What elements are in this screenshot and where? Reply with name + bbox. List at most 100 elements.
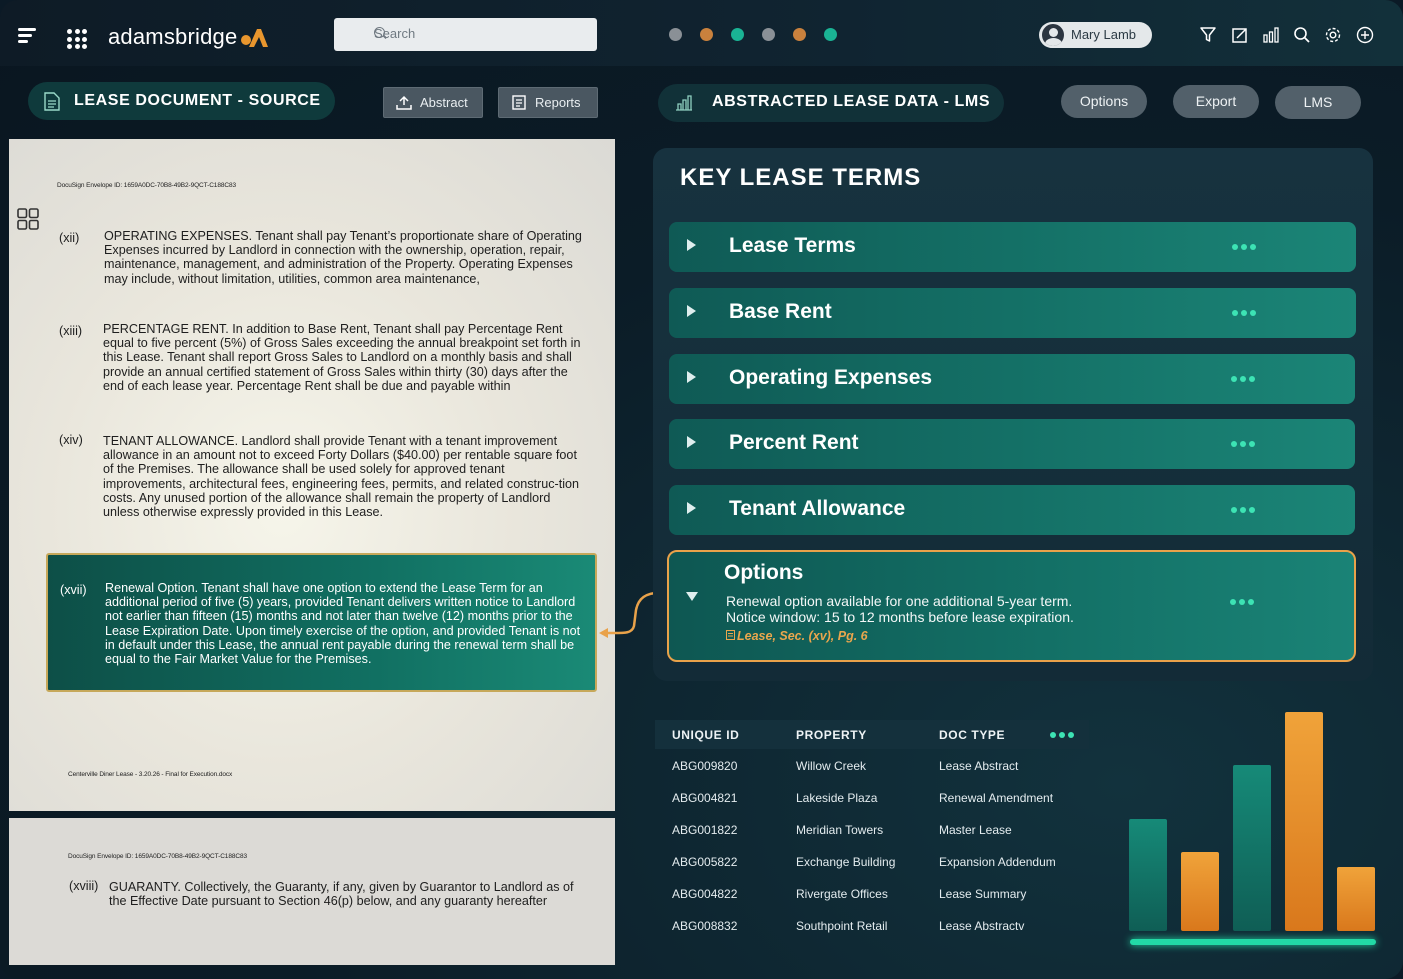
envelope-id: DocuSign Envelope ID: 1659A0DC-70B8-49B2… <box>68 853 247 860</box>
options-detail-line: Renewal option available for one additio… <box>726 593 1073 609</box>
column-header-doc-type[interactable]: DOC TYPE <box>939 728 1005 742</box>
report-icon <box>512 95 526 110</box>
more-options-icon[interactable] <box>1230 599 1254 605</box>
accordion-label: Lease Terms <box>729 234 856 257</box>
more-options-icon[interactable] <box>1232 244 1256 250</box>
building-chart-icon <box>676 95 692 111</box>
table-row[interactable]: ABG009820 Willow Creek Lease Abstract <box>655 759 1089 791</box>
abstract-button[interactable]: Abstract <box>383 87 483 118</box>
summary-bar-chart <box>1120 700 1390 955</box>
lms-button[interactable]: LMS <box>1275 86 1361 119</box>
accordion-label: Operating Expenses <box>729 366 933 389</box>
table-row[interactable]: ABG005822 Exchange Building Expansion Adde… <box>655 855 1089 887</box>
document-footer: Centerville Diner Lease - 3.20.26 - Fina… <box>68 771 233 778</box>
thumbnail-grid-icon[interactable] <box>17 208 39 230</box>
clause-percentage-rent[interactable]: PERCENTAGE RENT. In addition to Base Ren… <box>103 322 590 393</box>
cell-doc-type: Lease Abstractv <box>939 919 1025 933</box>
reports-button-label: Reports <box>535 95 581 110</box>
bar-chart-icon[interactable] <box>1262 26 1280 44</box>
settings-icon[interactable] <box>1324 26 1342 44</box>
accordion-operating-expenses[interactable]: Operating Expenses <box>669 354 1355 404</box>
table-row[interactable]: ABG008832 Southpoint Retail Lease Abstract… <box>655 919 1089 951</box>
accordion-options-expanded[interactable]: Options Renewal option available for one… <box>667 550 1356 662</box>
clause-tenant-allowance[interactable]: TENANT ALLOWANCE. Landlord shall provide… <box>103 434 590 519</box>
app-grid-icon[interactable] <box>67 29 87 49</box>
cell-unique-id: ABG004821 <box>672 791 738 805</box>
expand-arrow-icon <box>687 371 696 383</box>
chart-baseline <box>1130 939 1376 945</box>
more-options-icon[interactable] <box>1231 376 1255 382</box>
expand-arrow-icon <box>687 436 696 448</box>
top-bar: adamsbridge Search Mary Lamb <box>0 0 1403 66</box>
cell-property: Rivergate Offices <box>796 887 888 901</box>
clause-number: (xii) <box>59 231 80 245</box>
clause-guaranty[interactable]: GUARANTY. Collectively, the Guaranty, if… <box>109 880 591 908</box>
search-icon[interactable] <box>1293 26 1311 44</box>
cell-property: Willow Creek <box>796 759 867 773</box>
cell-property: Southpoint Retail <box>796 919 888 933</box>
avatar[interactable] <box>1040 22 1066 48</box>
user-name: Mary Lamb <box>1071 27 1137 42</box>
clause-operating-expenses[interactable]: OPERATING EXPENSES. Tenant shall pay Ten… <box>104 229 590 286</box>
column-header-property[interactable]: PROPERTY <box>796 728 867 742</box>
reports-button[interactable]: Reports <box>498 87 598 118</box>
status-dot <box>731 28 744 41</box>
app-window: adamsbridge Search Mary Lamb LEASE DOCUM… <box>0 0 1403 979</box>
chart-bar <box>1285 712 1323 931</box>
status-dot <box>762 28 775 41</box>
more-options-icon[interactable] <box>1231 507 1255 513</box>
cell-unique-id: ABG001822 <box>672 823 738 837</box>
status-dot <box>793 28 806 41</box>
export-button[interactable]: Export <box>1173 85 1259 118</box>
hamburger-menu-icon[interactable] <box>18 28 38 44</box>
add-circle-icon[interactable] <box>1356 26 1374 44</box>
abstract-button-label: Abstract <box>420 95 468 110</box>
document-page-2[interactable]: DocuSign Envelope ID: 1659A0DC-70B8-49B2… <box>9 818 615 965</box>
cell-doc-type: Lease Summary <box>939 887 1027 901</box>
accordion-label: Tenant Allowance <box>729 497 906 520</box>
key-lease-terms-title: KEY LEASE TERMS <box>680 164 922 191</box>
table-header: UNIQUE ID PROPERTY DOC TYPE <box>655 720 1089 749</box>
source-reference-link[interactable]: Lease, Sec. (xv), Pg. 6 <box>726 629 868 643</box>
cell-doc-type: Renewal Amendment <box>939 791 1054 805</box>
column-header-unique-id[interactable]: UNIQUE ID <box>672 728 739 742</box>
table-row[interactable]: ABG004821 Lakeside Plaza Renewal Amendment <box>655 791 1089 823</box>
status-dot <box>669 28 682 41</box>
more-options-icon[interactable] <box>1050 732 1074 738</box>
brand-logo-mark-icon <box>241 29 268 47</box>
highlighted-clause-renewal-option[interactable]: (xvii) Renewal Option. Tenant shall have… <box>46 553 597 692</box>
cell-property: Lakeside Plaza <box>796 791 878 805</box>
edit-icon[interactable] <box>1231 26 1249 44</box>
table-row[interactable]: ABG004822 Rivergate Offices Lease Summary <box>655 887 1089 919</box>
more-options-icon[interactable] <box>1231 441 1255 447</box>
envelope-id: DocuSign Envelope ID: 1659A0DC-70B8-49B2… <box>57 182 236 189</box>
cell-property: Meridian Towers <box>796 823 884 837</box>
accordion-percent-rent[interactable]: Percent Rent <box>669 419 1355 469</box>
collapse-arrow-icon[interactable] <box>686 592 698 601</box>
panel-title: ABSTRACTED LEASE DATA - LMS <box>712 93 991 110</box>
document-page[interactable]: DocuSign Envelope ID: 1659A0DC-70B8-49B2… <box>9 139 615 811</box>
expand-arrow-icon <box>687 239 696 251</box>
clause-number: (xiv) <box>59 433 83 447</box>
accordion-lease-terms[interactable]: Lease Terms <box>669 222 1356 272</box>
accordion-tenant-allowance[interactable]: Tenant Allowance <box>669 485 1355 535</box>
accordion-label: Base Rent <box>729 300 832 323</box>
options-button[interactable]: Options <box>1061 85 1147 118</box>
document-link-icon <box>726 630 735 640</box>
accordion-base-rent[interactable]: Base Rent <box>669 288 1356 338</box>
upload-icon <box>396 95 412 110</box>
brand-logo-text: adamsbridge <box>108 24 238 49</box>
expand-arrow-icon <box>687 305 696 317</box>
table-row[interactable]: ABG001822 Meridian Towers Master Lease <box>655 823 1089 855</box>
cell-doc-type: Lease Abstract <box>939 759 1019 773</box>
more-options-icon[interactable] <box>1232 310 1256 316</box>
accordion-label: Options <box>724 561 804 584</box>
document-icon <box>44 92 60 111</box>
abstracted-lease-data-header: ABSTRACTED LEASE DATA - LMS <box>658 84 1004 122</box>
chart-bar <box>1233 765 1271 931</box>
status-dot <box>824 28 837 41</box>
cell-unique-id: ABG005822 <box>672 855 738 869</box>
chart-bar <box>1181 852 1219 931</box>
filter-icon[interactable] <box>1199 26 1217 44</box>
search-icon <box>374 27 385 38</box>
